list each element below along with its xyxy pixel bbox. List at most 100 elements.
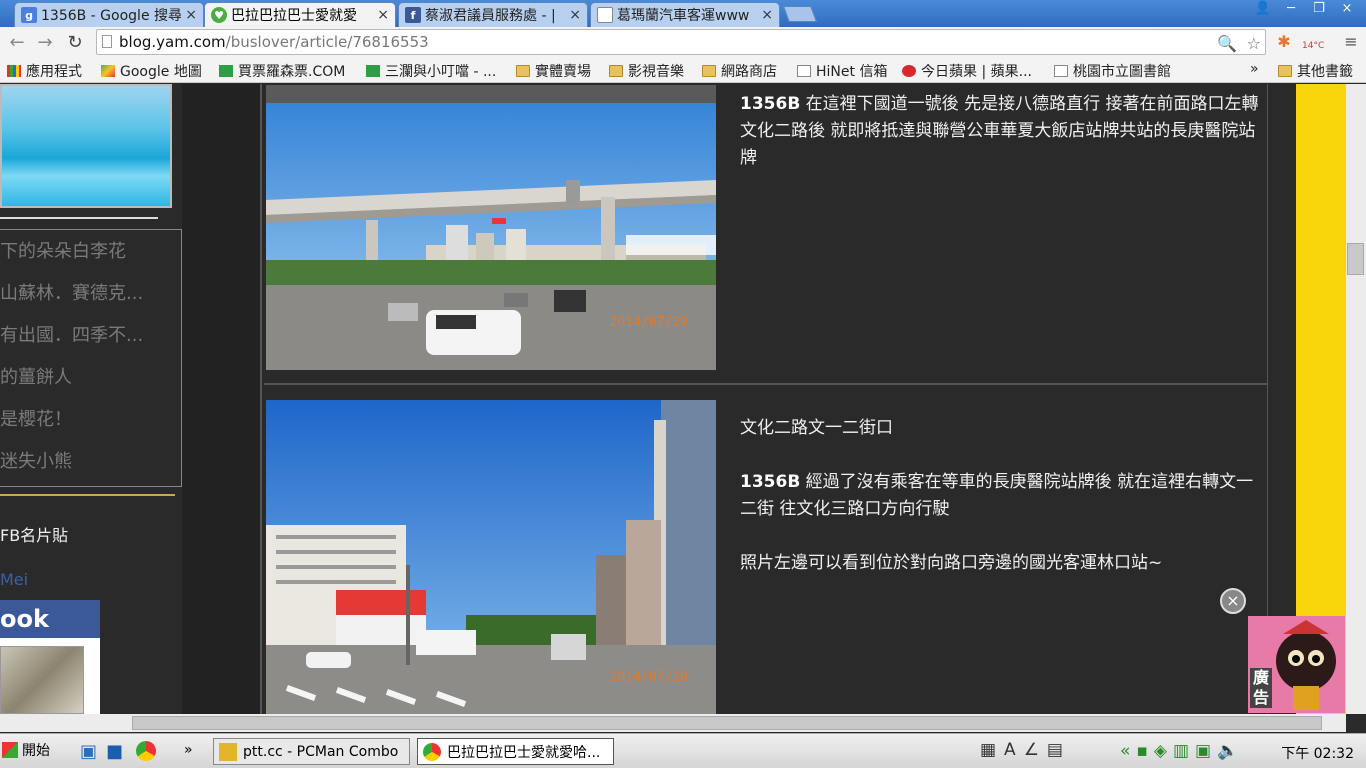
taskbar-window-pcman[interactable]: ptt.cc - PCMan Combo [213, 738, 410, 765]
photo-date-stamp: 2014/07/29 [609, 315, 688, 330]
fb-name-link[interactable]: Mei [0, 570, 28, 589]
fb-card[interactable]: ook [0, 600, 100, 714]
pcman-icon [219, 742, 237, 761]
reload-icon[interactable]: ↻ [64, 32, 86, 54]
page-icon [1054, 65, 1068, 77]
folder-icon [702, 65, 716, 77]
bus-photo[interactable]: 2014/07/29 [266, 85, 716, 370]
page-icon [102, 35, 112, 48]
system-tray-icons[interactable]: «▪◈▥▣🔈 [1120, 741, 1244, 761]
chevron-icon: » [1250, 61, 1259, 77]
bookmark-label: Google 地圖 [120, 64, 202, 80]
tab-label: 1356B - Google 搜尋 [41, 8, 182, 24]
sidebar-link[interactable]: 有出國．四季不... [0, 321, 143, 347]
close-ad-icon[interactable]: × [1220, 588, 1246, 614]
minimize-icon[interactable]: ─ [1278, 0, 1304, 18]
quicklaunch-icon[interactable]: ▣ [80, 741, 97, 762]
windows-logo-icon [2, 742, 18, 758]
quicklaunch-overflow[interactable]: » [184, 742, 193, 758]
bus-route-label: 1356B [740, 94, 801, 114]
sidebar-link[interactable]: 下的朵朵白李花 [0, 237, 126, 263]
browser-toolbar: ← → ↻ blog.yam.com/buslover/article/7681… [0, 27, 1366, 58]
close-tab-icon[interactable]: × [185, 7, 197, 23]
sidebar-link[interactable]: 迷失小熊 [0, 447, 72, 473]
bookmark-folder-media[interactable]: 影視音樂 [609, 61, 684, 81]
facebook-icon: f [405, 7, 421, 23]
caption-text: 經過了沒有乘客在等車的長庚醫院站牌後 就在這裡右轉文一二街 往文化三路口方向行駛 [740, 472, 1254, 519]
close-tab-icon[interactable]: × [569, 7, 581, 23]
blog-heart-icon: ♥ [211, 7, 227, 23]
zoom-icon[interactable]: 🔍 [1217, 32, 1237, 56]
taskbar-window-label: ptt.cc - PCMan Combo [243, 743, 399, 760]
bookmark-folder-online[interactable]: 網路商店 [702, 61, 777, 81]
bookmark-folder-stores[interactable]: 實體賣場 [516, 61, 591, 81]
folder-icon [609, 65, 623, 77]
tab-blog[interactable]: ♥ 巴拉巴拉巴士愛就愛 × [204, 2, 396, 27]
taskbar-window-chrome[interactable]: 巴拉巴拉巴士愛就愛哈... [417, 738, 614, 765]
bookmarks-bar: 應用程式 Google 地圖 買票羅森票.COM 三瀾與小叮噹 - ... 實體… [0, 58, 1366, 83]
divider [0, 217, 158, 219]
bookmark-apple-daily[interactable]: 今日蘋果 | 蘋果... [902, 61, 1032, 81]
url-host: blog.yam.com [119, 33, 226, 51]
sidebar-link[interactable]: 是櫻花！ [0, 405, 72, 431]
desktop-icon[interactable]: ■ [106, 741, 123, 762]
page-icon [797, 65, 811, 77]
language-bar[interactable]: ▦A∠▤ [980, 740, 1071, 760]
bookmark-google-maps[interactable]: Google 地圖 [101, 61, 202, 81]
bookmark-label: HiNet 信箱 [816, 64, 888, 80]
vertical-scrollbar-thumb[interactable] [1347, 243, 1364, 275]
chrome-icon[interactable] [136, 741, 156, 761]
bookmark-hinet[interactable]: HiNet 信箱 [797, 61, 887, 81]
sheet-icon [219, 65, 233, 77]
tab-kamalan[interactable]: 葛瑪蘭汽車客運www × [590, 2, 780, 27]
bookmark-label: 桃園市立圖書館 [1073, 64, 1171, 80]
tab-label: 巴拉巴拉巴士愛就愛 [231, 8, 357, 24]
vertical-scrollbar[interactable] [1346, 84, 1366, 714]
ad-banner[interactable]: 廣告 [1248, 616, 1345, 713]
article-body: 2014/07/29 1356B 在這裡下國道一號後 先是接八德路直行 接著在前… [260, 84, 1296, 714]
post-heading: 文化二路文一二街口 [740, 418, 893, 438]
clock: 下午 02:32 [1281, 746, 1354, 762]
bus-photo[interactable]: 2014/07/29 [266, 400, 716, 714]
bookmarks-overflow-button[interactable]: » [1250, 61, 1259, 77]
new-tab-button[interactable] [783, 6, 817, 22]
tab-facebook[interactable]: f 蔡淑君議員服務處 - | × [398, 2, 588, 27]
tab-label: 葛瑪蘭汽車客運www [617, 8, 750, 24]
bookmark-apps[interactable]: 應用程式 [7, 61, 82, 81]
post-row: 2014/07/29 1356B 在這裡下國道一號後 先是接八德路直行 接著在前… [264, 84, 1268, 384]
photo-date-stamp: 2014/07/29 [609, 670, 688, 685]
bus-route-label: 1356B [740, 472, 801, 492]
bookmark-other[interactable]: 其他書籤 [1278, 61, 1353, 81]
star-icon[interactable]: ☆ [1247, 32, 1261, 56]
page-icon [597, 7, 613, 23]
close-tab-icon[interactable]: × [377, 7, 389, 23]
bookmark-sanlan[interactable]: 三瀾與小叮噹 - ... [366, 61, 496, 81]
bookmark-lawson[interactable]: 買票羅森票.COM [219, 61, 345, 81]
extension-icon[interactable]: ✱ [1273, 31, 1295, 53]
post-caption: 文化二路文一二街口 1356B 經過了沒有乘客在等車的長庚醫院站牌後 就在這裡右… [740, 415, 1260, 577]
bookmark-label: 今日蘋果 | 蘋果... [921, 64, 1032, 80]
sidebar-link[interactable]: 的薑餅人 [0, 363, 72, 389]
horizontal-scrollbar-thumb[interactable] [132, 716, 1322, 730]
close-window-icon[interactable]: × [1334, 0, 1360, 18]
folder-icon [1278, 65, 1292, 77]
close-tab-icon[interactable]: × [761, 7, 773, 23]
back-icon[interactable]: ← [6, 32, 28, 54]
menu-icon[interactable]: ≡ [1340, 31, 1362, 53]
taskbar-window-label: 巴拉巴拉巴士愛就愛哈... [447, 744, 601, 761]
maximize-icon[interactable]: ❐ [1306, 0, 1332, 18]
caption-text: 在這裡下國道一號後 先是接八德路直行 接著在前面路口左轉文化二路後 就即將抵達與… [740, 94, 1259, 168]
tab-google-search[interactable]: g 1356B - Google 搜尋 × [14, 2, 204, 27]
start-button[interactable]: 開始 [2, 740, 50, 760]
sidebar-link[interactable]: 山蘇林．賽德克... [0, 279, 143, 305]
forward-icon[interactable]: → [34, 32, 56, 54]
post-row: 2014/07/29 文化二路文一二街口 1356B 經過了沒有乘客在等車的長庚… [264, 384, 1268, 714]
weather-icon[interactable]: 14°C [1302, 31, 1324, 53]
address-bar[interactable]: blog.yam.com/buslover/article/76816553 🔍… [96, 29, 1266, 55]
google-icon: g [21, 7, 37, 23]
sidebar-lake-image[interactable] [0, 84, 172, 208]
fb-card-heading: FB名片貼 [0, 526, 69, 545]
facebook-logo: ook [0, 600, 100, 638]
user-icon[interactable]: 👤 [1250, 0, 1276, 18]
bookmark-library[interactable]: 桃園市立圖書館 [1054, 61, 1171, 81]
